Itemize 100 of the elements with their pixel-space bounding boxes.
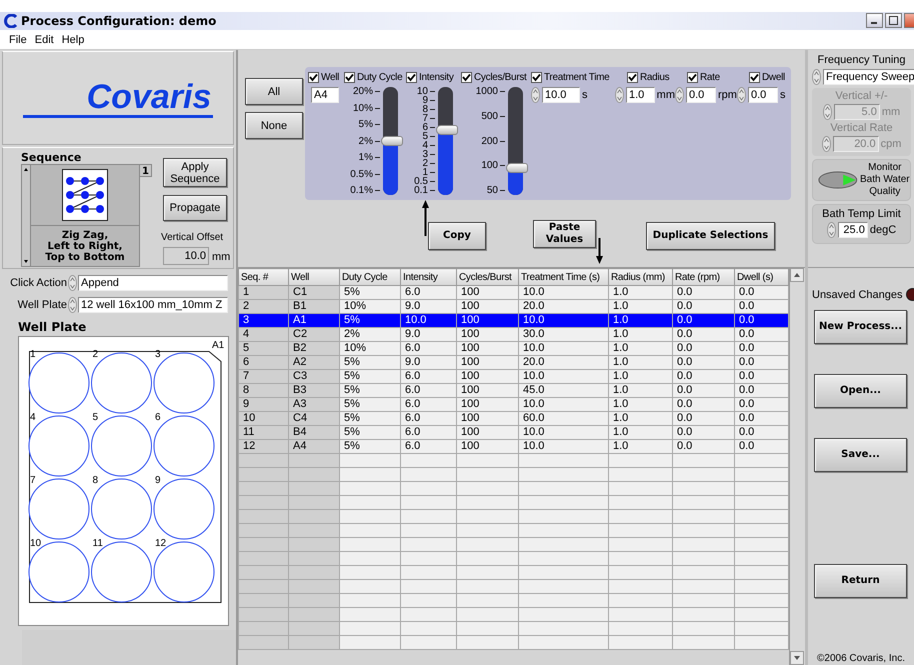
table-cell: C4 — [288, 412, 340, 426]
table-cell: 12 — [238, 440, 288, 454]
table-row[interactable]: 8 B3 5% 6.0 100 45.0 1.0 0.0 0.0 — [238, 384, 788, 398]
table-cell: 5% — [340, 398, 400, 412]
slider-thumb[interactable] — [381, 136, 403, 146]
table-row[interactable]: 9 A3 5% 6.0 100 10.0 1.0 0.0 0.0 — [238, 398, 788, 412]
table-row[interactable]: 4 C2 2% 9.0 100 30.0 1.0 0.0 0.0 — [238, 328, 788, 342]
table-cell: 1.0 — [608, 314, 672, 328]
file-button[interactable]: Open... — [814, 374, 907, 408]
table-cell: A4 — [288, 440, 340, 454]
column-header[interactable]: Rate (rpm) — [672, 268, 734, 286]
menu-item[interactable]: Help — [62, 34, 84, 46]
column-header[interactable]: Treatment Time (s) — [518, 268, 608, 286]
checkbox[interactable] — [687, 72, 698, 82]
propagate-button[interactable]: Propagate — [163, 195, 227, 221]
spinner-icon[interactable] — [68, 275, 77, 291]
table-cell: 5% — [340, 314, 400, 328]
spinner-icon[interactable] — [675, 87, 684, 103]
minimize-button[interactable] — [866, 13, 883, 28]
table-cell: 9 — [238, 398, 288, 412]
value-field[interactable]: 1.0 — [626, 87, 655, 103]
table-row[interactable]: 7 C3 5% 6.0 100 10.0 1.0 0.0 0.0 — [238, 370, 788, 384]
spinner-icon[interactable] — [737, 87, 746, 103]
menu-item[interactable]: File — [9, 34, 27, 46]
table-cell: 45.0 — [518, 384, 608, 398]
column-header[interactable]: Cycles/Burst — [456, 268, 518, 286]
checkbox[interactable] — [461, 72, 472, 82]
tick-label: 10 — [416, 87, 435, 96]
action-button[interactable]: Paste Values — [533, 220, 596, 248]
file-button[interactable]: Return — [814, 564, 907, 598]
table-cell: 100 — [456, 314, 518, 328]
column-header[interactable]: Dwell (s) — [734, 268, 788, 286]
value-field[interactable]: 0.0 — [748, 87, 778, 103]
apply-sequence-button[interactable]: Apply Sequence — [163, 158, 227, 187]
corner-label: A1 — [212, 340, 224, 351]
spinner-icon[interactable] — [68, 297, 77, 313]
tick-label: 9 — [422, 96, 435, 105]
checkbox[interactable] — [344, 72, 355, 82]
sequence-index: 1 — [139, 164, 152, 177]
checkbox[interactable] — [406, 72, 417, 82]
parameter-label: Radius — [640, 72, 670, 82]
tick-label: 7 — [422, 114, 435, 123]
checkbox[interactable] — [627, 72, 638, 82]
file-button[interactable]: New Process... — [814, 310, 907, 344]
slider-thumb[interactable] — [506, 163, 528, 173]
column-header[interactable]: Duty Cycle — [340, 268, 400, 286]
action-button[interactable]: Duplicate Selections — [646, 222, 775, 250]
spinner-icon[interactable] — [531, 87, 540, 103]
table-cell: 6.0 — [400, 440, 456, 454]
click-action-field[interactable]: Append — [78, 275, 228, 291]
well-field[interactable]: A4 — [311, 87, 339, 103]
value-field[interactable]: 10.0 — [542, 87, 580, 103]
maximize-button[interactable] — [885, 13, 902, 28]
select-button[interactable]: None — [245, 112, 303, 139]
value-field[interactable]: 25.0 — [838, 222, 868, 238]
file-button[interactable]: Save... — [814, 438, 907, 472]
spinner-icon[interactable] — [615, 87, 624, 103]
unit-label: s — [582, 89, 588, 101]
up-arrow-icon — [422, 200, 429, 236]
table-cell: 1.0 — [608, 328, 672, 342]
offset-field[interactable]: 10.0 — [163, 247, 209, 265]
table-row[interactable]: 11 B4 5% 6.0 100 10.0 1.0 0.0 0.0 — [238, 426, 788, 440]
toggle-switch[interactable] — [818, 170, 858, 190]
table-cell: 0.0 — [672, 412, 734, 426]
table-cell: 1 — [238, 286, 288, 300]
spinner-icon[interactable] — [822, 104, 832, 120]
table-row[interactable]: 10 C4 5% 6.0 100 60.0 1.0 0.0 0.0 — [238, 412, 788, 426]
checkbox[interactable] — [531, 72, 542, 82]
tick-label: 3 — [422, 150, 435, 159]
well-number: 1 — [30, 349, 36, 360]
scroll-up-icon[interactable] — [790, 268, 804, 282]
scroll-down-icon[interactable] — [790, 651, 804, 665]
spinner-icon[interactable] — [826, 222, 836, 238]
table-cell: 5% — [340, 286, 400, 300]
table-cell: 7 — [238, 370, 288, 384]
table-cell: 5% — [340, 370, 400, 384]
table-cell: 0.0 — [672, 370, 734, 384]
well-plate-field[interactable]: 12 well 16x100 mm_10mm Z — [78, 297, 228, 313]
column-header[interactable]: Radius (mm) — [608, 268, 672, 286]
spinner-icon[interactable] — [812, 69, 821, 85]
slider-thumb[interactable] — [436, 125, 458, 136]
action-button[interactable]: Copy — [428, 222, 486, 250]
value-field[interactable]: 0.0 — [686, 87, 716, 103]
table-row[interactable]: 5 B2 10% 6.0 100 10.0 1.0 0.0 0.0 — [238, 342, 788, 356]
menu-item[interactable]: Edit — [34, 34, 54, 46]
table-cell: 0.0 — [734, 314, 788, 328]
checkbox[interactable] — [749, 72, 760, 82]
table-row[interactable]: 12 A4 5% 6.0 100 10.0 1.0 0.0 0.0 — [238, 440, 788, 454]
minimize-icon — [871, 22, 877, 24]
spinner-icon[interactable] — [822, 136, 831, 152]
table-row[interactable]: 6 A2 5% 9.0 100 20.0 1.0 0.0 0.0 — [238, 356, 788, 370]
column-header[interactable]: Seq. # — [238, 268, 288, 286]
table-cell: 5 — [238, 342, 288, 356]
checkbox[interactable] — [308, 72, 319, 82]
table-row[interactable]: 3 A1 5% 10.0 100 10.0 1.0 0.0 0.0 — [238, 314, 788, 328]
column-header[interactable]: Intensity — [400, 268, 456, 286]
column-header[interactable]: Well — [288, 268, 340, 286]
select-button[interactable]: All — [245, 78, 303, 105]
table-row[interactable]: 1 C1 5% 6.0 100 10.0 1.0 0.0 0.0 — [238, 286, 788, 300]
table-cell: 6.0 — [400, 286, 456, 300]
